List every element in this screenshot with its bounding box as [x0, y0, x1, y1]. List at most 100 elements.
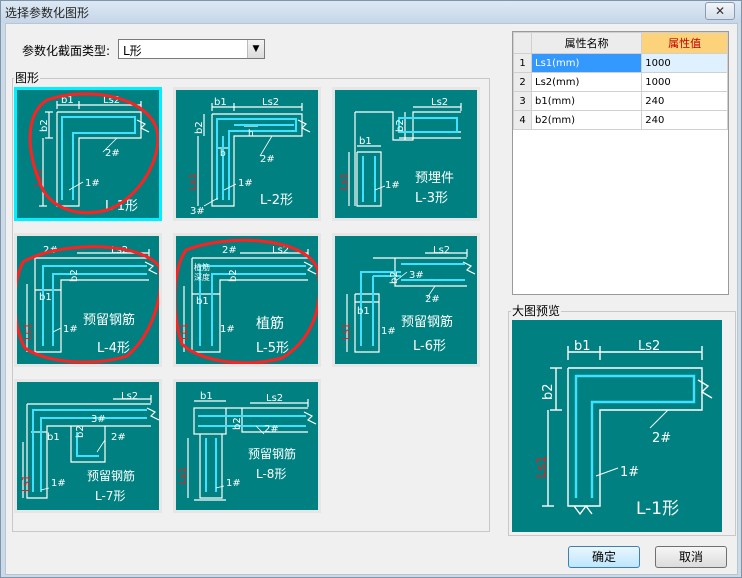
l7-label-ls2: Ls2	[121, 391, 138, 402]
l8-caption-line2: L-8形	[256, 467, 286, 481]
property-grid[interactable]: 属性名称 属性值 1 Ls1(mm) 1000 2 Ls2(mm) 1000 3…	[512, 31, 729, 295]
property-name[interactable]: Ls1(mm)	[530, 53, 643, 73]
l7-label-2: 2#	[111, 432, 126, 443]
l2-label-h: h	[248, 129, 254, 139]
thumbnail-l6[interactable]: Ls2 b2 3# 2# b1 Ls1 1# 预留钢筋 L-6形	[332, 233, 480, 367]
l3-label-ls1: Ls1	[339, 173, 350, 190]
property-name[interactable]: b2(mm)	[530, 110, 643, 130]
property-name[interactable]: b1(mm)	[530, 91, 643, 111]
preview-label-ls1: Ls1	[535, 456, 550, 478]
l5-label-1: 1#	[220, 324, 235, 335]
l5-label-2: 2#	[222, 245, 237, 256]
thumbnail-l3[interactable]: Ls2 b2 b1 Ls1 1# 预埋件 L-3形	[332, 87, 480, 221]
l3-label-ls2: Ls2	[431, 97, 448, 108]
l6-label-ls1: Ls1	[341, 323, 352, 340]
table-row[interactable]: 4 b2(mm) 240	[513, 110, 728, 130]
l4-label-1: 1#	[63, 324, 78, 335]
l3-drawing: Ls2 b2 b1 Ls1 1# 预埋件 L-3形	[339, 97, 462, 207]
l7-label-3: 3#	[91, 414, 106, 425]
l6-caption-line1: 预留钢筋	[401, 314, 453, 330]
property-table: 属性名称 属性值 1 Ls1(mm) 1000 2 Ls2(mm) 1000 3…	[513, 32, 728, 130]
thumbnail-l7[interactable]: Ls2 b1 b2 3# 2# Ls1 1# 预留钢筋 L-7形	[14, 379, 162, 513]
l8-drawing: b1 Ls2 b2 2# Ls1 1# 预留钢筋 L-8形	[178, 391, 317, 501]
l6-label-b1: b1	[357, 306, 370, 317]
row-index: 1	[513, 53, 532, 73]
row-index: 4	[513, 110, 532, 130]
l8-label-1: 1#	[226, 478, 241, 489]
property-name-header[interactable]: 属性名称	[530, 32, 643, 54]
property-header-row: 属性名称 属性值	[513, 32, 728, 54]
l7-label-b2: b2	[75, 425, 86, 438]
l3-caption-line2: L-3形	[415, 191, 448, 206]
l8-label-b1: b1	[200, 391, 213, 402]
l2-label-3: 3#	[190, 206, 205, 217]
property-name[interactable]: Ls2(mm)	[530, 72, 643, 92]
l2-label-b1: b1	[214, 97, 227, 108]
l7-drawing: Ls2 b1 b2 3# 2# Ls1 1# 预留钢筋 L-7形	[21, 391, 159, 503]
dialog-client: 参数化截面类型: L形 ▼ 图形 b1 Ls2 b2 2# Ls1 1# L-1…	[5, 23, 738, 575]
property-value-header[interactable]: 属性值	[641, 32, 728, 54]
l8-label-ls1: Ls1	[178, 467, 189, 484]
l6-label-1: 1#	[381, 326, 396, 337]
l7-caption-line2: L-7形	[95, 489, 125, 503]
title-bar[interactable]: 选择参数化图形 ✕	[1, 1, 741, 23]
l6-drawing: Ls2 b2 3# 2# b1 Ls1 1# 预留钢筋 L-6形	[341, 245, 476, 354]
thumbnail-l5[interactable]: 2# Ls2 植筋 深度 b2 b1 Ls1 1# 植筋 L-5形	[173, 233, 321, 367]
l4-drawing: 2# Ls2 b2 b1 Ls1 1# 预留钢筋 L-4形	[17, 245, 159, 364]
thumbnail-l8[interactable]: b1 Ls2 b2 2# Ls1 1# 预留钢筋 L-8形	[173, 379, 321, 513]
section-type-label: 参数化截面类型:	[22, 44, 111, 58]
dialog-window: 选择参数化图形 ✕ 参数化截面类型: L形 ▼ 图形 b1 Ls2 b2 2# …	[0, 0, 742, 578]
table-row[interactable]: 1 Ls1(mm) 1000	[513, 53, 728, 73]
l4-label-b1: b1	[39, 292, 52, 303]
l2-label-ls1: Ls1	[188, 173, 199, 190]
l4-caption-line1: 预留钢筋	[83, 312, 135, 328]
thumbnail-l1[interactable]: b1 Ls2 b2 2# Ls1 1# L-1形	[14, 87, 162, 221]
l6-label-b2: b2	[389, 271, 400, 284]
section-type-value: L形	[123, 44, 142, 58]
l8-label-b2: b2	[232, 417, 243, 430]
ok-button[interactable]: 确定	[568, 546, 640, 568]
section-type-select[interactable]: L形 ▼	[118, 39, 265, 59]
cancel-button[interactable]: 取消	[655, 546, 727, 568]
preview-image: b1 Ls2 b2 2# Ls1 1# L-1形	[512, 320, 722, 532]
l5-drawing: 2# Ls2 植筋 深度 b2 b1 Ls1 1# 植筋 L-5形	[176, 238, 318, 364]
chevron-down-icon[interactable]: ▼	[247, 40, 264, 58]
window-title: 选择参数化图形	[5, 6, 90, 20]
index-header	[513, 32, 532, 54]
l5-label-b1: b1	[196, 296, 209, 307]
l7-caption-line1: 预留钢筋	[87, 468, 135, 483]
l4-label-ls1: Ls1	[23, 323, 34, 340]
l6-caption-line2: L-6形	[413, 339, 446, 354]
graphics-group-label: 图形	[14, 69, 41, 86]
property-value[interactable]: 240	[641, 110, 728, 130]
l8-label-2: 2#	[264, 424, 279, 435]
l4-caption-line2: L-4形	[97, 341, 130, 356]
l3-label-b1: b1	[359, 136, 372, 147]
l5-label-b2: b2	[228, 269, 239, 282]
l5-caption-line1: 植筋	[256, 315, 284, 332]
preview-label-1: 1#	[620, 465, 639, 480]
table-row[interactable]: 3 b1(mm) 240	[513, 91, 728, 111]
l5-caption-line2: L-5形	[256, 341, 289, 356]
l2-label-b2: b2	[194, 121, 205, 134]
l7-label-b1: b1	[47, 432, 60, 443]
l2-label-ls2: Ls2	[262, 97, 279, 108]
l2-drawing: b1 Ls2 b2 h b 2# Ls1 1# 3# L-2形	[188, 97, 311, 217]
property-value[interactable]: 1000	[641, 53, 728, 73]
property-value[interactable]: 1000	[641, 72, 728, 92]
thumbnail-l4[interactable]: 2# Ls2 b2 b1 Ls1 1# 预留钢筋 L-4形	[14, 233, 162, 367]
l8-label-ls2: Ls2	[266, 393, 283, 404]
row-index: 3	[513, 91, 532, 111]
l5-label-shendu: 深度	[194, 272, 210, 282]
table-row[interactable]: 2 Ls2(mm) 1000	[513, 72, 728, 92]
l3-label-b2: b2	[395, 119, 406, 132]
preview-label-2: 2#	[652, 431, 671, 446]
thumbnail-l2[interactable]: b1 Ls2 b2 h b 2# Ls1 1# 3# L-2形	[173, 87, 321, 221]
close-button[interactable]: ✕	[705, 2, 735, 20]
l6-label-3: 3#	[409, 270, 424, 281]
preview-caption: L-1形	[636, 499, 679, 519]
l3-label-1: 1#	[385, 180, 400, 191]
l6-label-ls2: Ls2	[433, 245, 450, 256]
property-value[interactable]: 240	[641, 91, 728, 111]
l5-label-ls1: Ls1	[180, 323, 191, 340]
